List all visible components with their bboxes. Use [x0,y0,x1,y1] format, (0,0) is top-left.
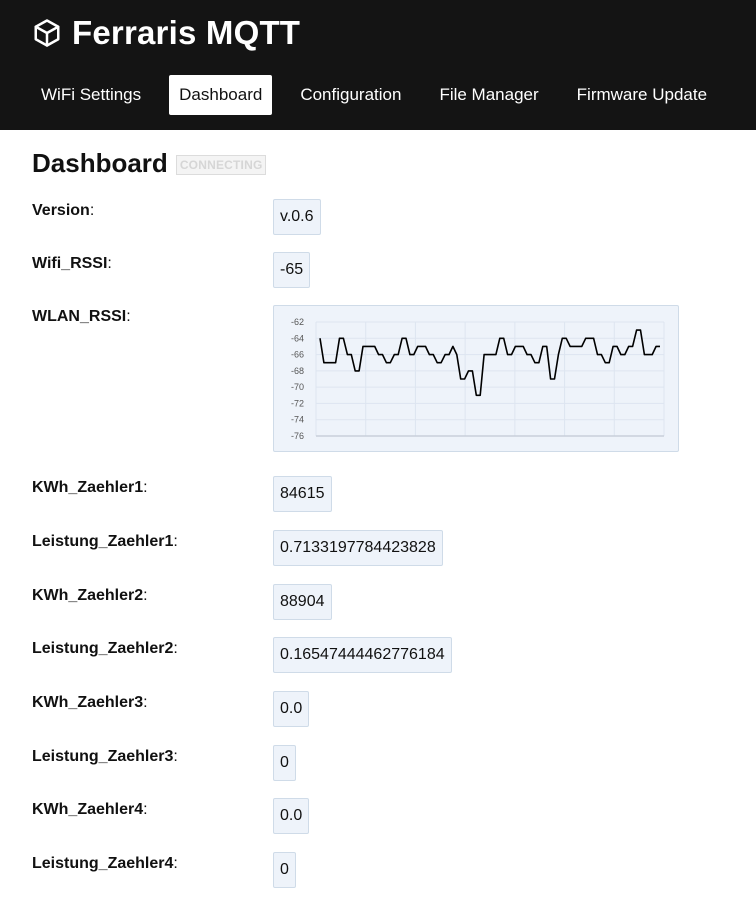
version-value: v.0.6 [273,199,321,235]
leistung2-value: 0.16547444462776184 [273,637,452,673]
y-tick-label: -64 [291,333,304,343]
field-row-kwh1: KWh_Zaehler1: 84615 [32,476,332,512]
page-heading: Dashboard CONNECTING [32,148,267,179]
rssi-series-line [319,329,660,397]
y-tick-label: -68 [291,366,304,376]
field-label: Wifi_RSSI [32,255,108,272]
field-label: Leistung_Zaehler3 [32,748,174,765]
nav-file-manager[interactable]: File Manager [420,75,557,115]
rssi-chart: -62 -64 -66 -68 -70 -72 -74 -76 [273,305,679,452]
kwh3-value: 0.0 [273,691,310,727]
page-title: Dashboard [32,148,168,178]
field-label: KWh_Zaehler3 [32,694,144,711]
kwh2-value: 88904 [273,584,332,620]
nav-configuration[interactable]: Configuration [281,75,420,115]
field-label: Leistung_Zaehler4 [32,855,174,872]
nav-wifi-settings[interactable]: WiFi Settings [22,75,160,115]
field-row-leistung4: Leistung_Zaehler4: 0 [32,852,296,888]
field-row-kwh3: KWh_Zaehler3: 0.0 [32,691,310,727]
field-row-wifi-rssi: Wifi_RSSI: -65 [32,252,311,288]
connection-status-badge: CONNECTING [175,155,267,175]
field-label: KWh_Zaehler1 [32,479,144,496]
field-row-leistung2: Leistung_Zaehler2: 0.16547444462776184 [32,637,452,673]
field-label: Version [32,202,90,219]
field-row-kwh4: KWh_Zaehler4: 0.0 [32,798,310,834]
brand: Ferraris MQTT [32,14,300,52]
y-tick-label: -66 [291,350,304,360]
field-row-leistung1: Leistung_Zaehler1: 0.7133197784423828 [32,530,443,566]
y-tick-label: -76 [291,431,304,441]
field-label: Leistung_Zaehler2 [32,640,174,657]
field-label: Leistung_Zaehler1 [32,533,174,550]
y-tick-label: -70 [291,382,304,392]
wifi-rssi-value: -65 [273,252,311,288]
field-label: KWh_Zaehler2 [32,587,144,604]
cube-icon [34,19,60,47]
kwh4-value: 0.0 [273,798,310,834]
nav-dashboard[interactable]: Dashboard [169,75,273,115]
field-row-version: Version: v.0.6 [32,199,321,235]
y-tick-label: -72 [291,398,304,408]
nav-firmware-update[interactable]: Firmware Update [558,75,726,115]
y-tick-label: -74 [291,415,304,425]
leistung4-value: 0 [273,852,296,888]
field-label: WLAN_RSSI [32,308,127,325]
app-title: Ferraris MQTT [72,14,301,51]
leistung3-value: 0 [273,745,296,781]
leistung1-value: 0.7133197784423828 [273,530,443,566]
rssi-line-chart: -62 -64 -66 -68 -70 -72 -74 -76 [291,317,665,441]
field-label: KWh_Zaehler4 [32,801,144,818]
y-tick-label: -62 [291,317,304,327]
kwh1-value: 84615 [273,476,332,512]
main-nav: WiFi Settings Dashboard Configuration Fi… [22,75,726,115]
field-row-kwh2: KWh_Zaehler2: 88904 [32,584,332,620]
field-row-wlan-rssi: WLAN_RSSI: -62 -64 -66 -68 -70 -72 -74 -76 [32,305,679,452]
app-header: Ferraris MQTT WiFi Settings Dashboard Co… [0,0,756,130]
field-row-leistung3: Leistung_Zaehler3: 0 [32,745,296,781]
